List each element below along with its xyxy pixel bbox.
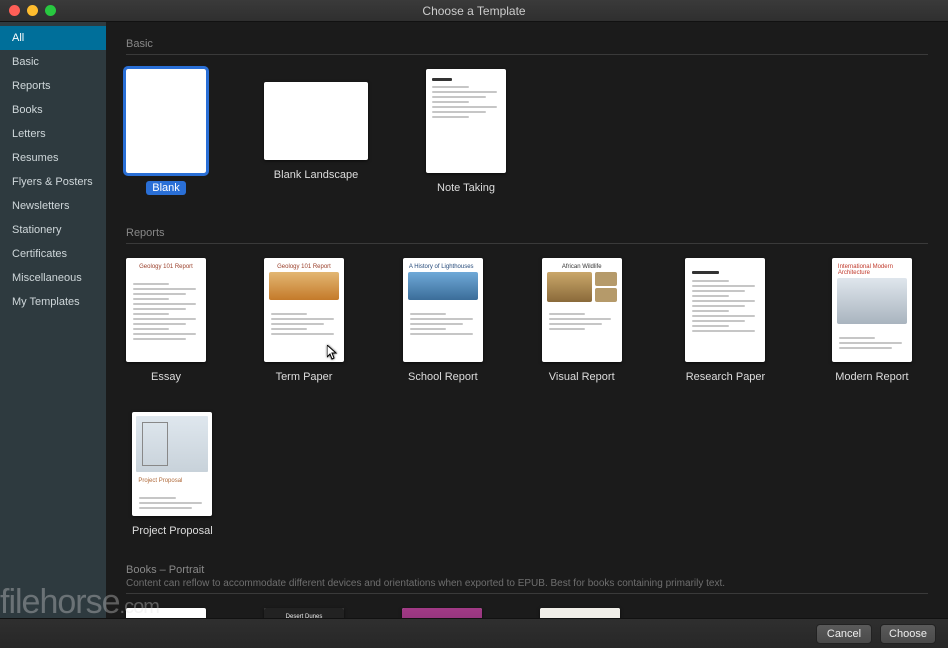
sidebar-item-newsletters[interactable]: Newsletters [0, 194, 106, 218]
sidebar-item-miscellaneous[interactable]: Miscellaneous [0, 266, 106, 290]
template-thumbnail[interactable]: THREE TALES [540, 608, 620, 618]
template-note-taking[interactable]: Note Taking [426, 69, 506, 195]
sidebar-item-stationery[interactable]: Stationery [0, 218, 106, 242]
template-thumbnail[interactable]: International Modern Architecture [832, 258, 912, 362]
section-title-books: Books – Portrait [126, 564, 928, 576]
template-gallery: Basic Blank Blank Landscape Note Taking Re… [106, 22, 948, 618]
sidebar-item-resumes[interactable]: Resumes [0, 146, 106, 170]
template-thumbnail[interactable]: African Wildlife [542, 258, 622, 362]
template-blank[interactable]: Blank [126, 69, 206, 195]
sidebar-item-basic[interactable]: Basic [0, 50, 106, 74]
template-book-tales[interactable]: THREE TALES [540, 608, 620, 618]
window-title: Choose a Template [0, 4, 948, 18]
template-project-proposal[interactable]: Project Proposal Project Proposal [126, 412, 219, 538]
template-label: Term Paper [270, 370, 339, 384]
template-label: Blank [146, 181, 186, 195]
sidebar-item-letters[interactable]: Letters [0, 122, 106, 146]
template-book-dunes[interactable]: Desert Dunes [264, 608, 344, 618]
template-label: Research Paper [680, 370, 772, 384]
template-label: Visual Report [543, 370, 621, 384]
footer: Cancel Choose [0, 618, 948, 648]
template-book-chem[interactable]: URNA SEMPERAPPLIED CHEMISTRYFIRST EDITIO… [402, 608, 482, 618]
titlebar: Choose a Template [0, 0, 948, 22]
section-header-books: Books – Portrait Content can reflow to a… [126, 564, 928, 594]
section-header-reports: Reports [126, 221, 928, 244]
template-label: Modern Report [829, 370, 914, 384]
template-thumbnail[interactable] [426, 69, 506, 173]
cancel-button[interactable]: Cancel [816, 624, 872, 644]
template-label: Essay [145, 370, 187, 384]
template-blank-landscape[interactable]: Blank Landscape [264, 69, 368, 195]
template-thumbnail[interactable] [685, 258, 765, 362]
section-subtitle-books: Content can reflow to accommodate differ… [126, 578, 928, 589]
template-thumbnail[interactable]: Geology 101 Report [126, 258, 206, 362]
template-label: Project Proposal [126, 524, 219, 538]
template-thumbnail[interactable]: Geology 101 Report [264, 258, 344, 362]
template-essay[interactable]: Geology 101 Report Essay [126, 258, 206, 384]
template-thumbnail[interactable]: A History of Lighthouses [403, 258, 483, 362]
template-school-report[interactable]: A History of Lighthouses School Report [402, 258, 484, 384]
template-thumbnail[interactable]: Project Proposal [132, 412, 212, 516]
template-thumbnail[interactable]: Desert Dunes [264, 608, 344, 618]
choose-button[interactable]: Choose [880, 624, 936, 644]
template-thumbnail[interactable]: URNA SEMPERAPPLIED CHEMISTRYFIRST EDITIO… [402, 608, 482, 618]
template-label: Note Taking [431, 181, 501, 195]
sidebar-item-certificates[interactable]: Certificates [0, 242, 106, 266]
sidebar-item-books[interactable]: Books [0, 98, 106, 122]
sidebar: AllBasicReportsBooksLettersResumesFlyers… [0, 22, 106, 618]
sidebar-item-reports[interactable]: Reports [0, 74, 106, 98]
sidebar-item-all[interactable]: All [0, 26, 106, 50]
template-thumbnail[interactable] [264, 82, 368, 160]
template-term-paper[interactable]: Geology 101 Report Term Paper [264, 258, 344, 384]
section-header-basic: Basic [126, 32, 928, 55]
sidebar-item-flyers-posters[interactable]: Flyers & Posters [0, 170, 106, 194]
template-thumbnail[interactable] [126, 69, 206, 173]
template-research-paper[interactable]: Research Paper [680, 258, 772, 384]
template-modern-report[interactable]: International Modern Architecture Modern … [829, 258, 914, 384]
template-label: School Report [402, 370, 484, 384]
sidebar-item-my-templates[interactable]: My Templates [0, 290, 106, 314]
template-thumbnail[interactable] [126, 608, 206, 618]
template-label: Blank Landscape [268, 168, 364, 182]
template-visual-report[interactable]: African Wildlife Visual Report [542, 258, 622, 384]
template-book-blank[interactable] [126, 608, 206, 618]
